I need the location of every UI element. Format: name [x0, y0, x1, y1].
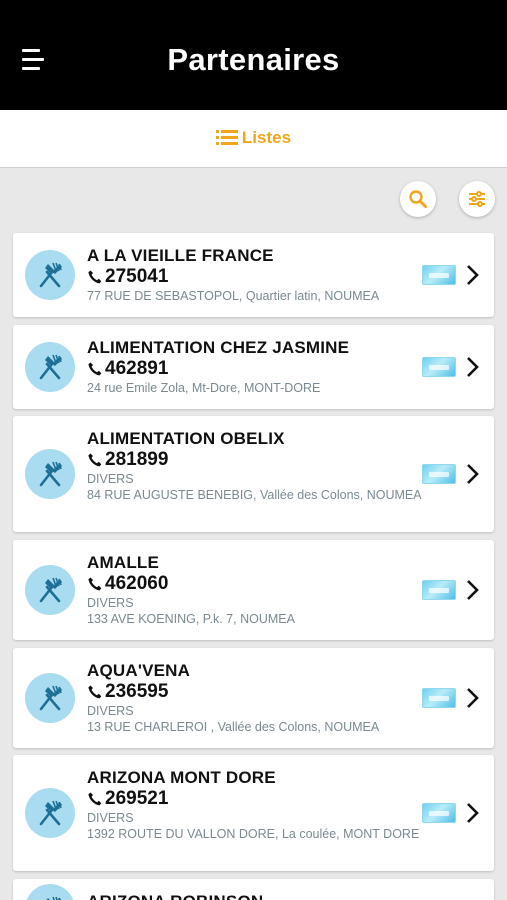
- partner-category: DIVERS: [87, 472, 134, 486]
- partner-name: ALIMENTATION OBELIX: [87, 429, 285, 448]
- phone-number: 236595: [105, 681, 169, 702]
- partner-card[interactable]: ARIZONA MONT DORE 269521 DIVERS 1392 ROUTE …: [13, 755, 494, 871]
- list-icon: [215, 130, 238, 146]
- loyalty-card-icon: [422, 265, 456, 285]
- partner-phone: 275041: [87, 266, 424, 288]
- partner-phone: 462891: [87, 358, 424, 380]
- category-icon: [25, 788, 75, 838]
- utensils-icon: [39, 461, 62, 487]
- partner-category: DIVERS: [87, 704, 134, 718]
- loyalty-card-icon: [422, 688, 456, 708]
- utensils-icon: [39, 800, 62, 826]
- phone-icon: [88, 270, 102, 284]
- partner-card[interactable]: ALIMENTATION CHEZ JASMINE 462891 24 rue Em…: [13, 325, 494, 409]
- loyalty-card-icon: [422, 464, 456, 484]
- chevron-right-icon[interactable]: [464, 264, 480, 286]
- utensils-icon: [39, 685, 62, 711]
- filter-sliders-icon: [469, 191, 485, 207]
- chevron-right-icon[interactable]: [464, 356, 480, 378]
- partner-category: DIVERS: [87, 596, 134, 610]
- category-icon: [25, 673, 75, 723]
- category-icon: [25, 449, 75, 499]
- partner-name: AQUA'VENA: [87, 661, 191, 680]
- partner-card[interactable]: AMALLE 462060 DIVERS 133 AVE KOENING, P.k. …: [13, 540, 494, 640]
- phone-icon: [88, 577, 102, 591]
- partner-address: 24 rue Emile Zola, Mt-Dore, MONT-DORE: [87, 381, 321, 395]
- partner-info: AMALLE 462060 DIVERS 133 AVE KOENING, P.k. …: [87, 552, 424, 627]
- utensils-icon: [46, 896, 62, 900]
- category-icon: [25, 342, 75, 392]
- partner-card[interactable]: AQUA'VENA 236595 DIVERS 13 RUE CHARLEROI , …: [13, 648, 494, 748]
- loyalty-card-icon: [422, 803, 456, 823]
- phone-number: 462891: [105, 358, 169, 379]
- partner-address: 84 RUE AUGUSTE BENEBIG, Vallée des Colon…: [87, 488, 422, 502]
- phone-number: 269521: [105, 788, 169, 809]
- partner-name: ARIZONA ROBINSON: [87, 891, 424, 900]
- chevron-right-icon[interactable]: [464, 802, 480, 824]
- phone-number: 462060: [105, 573, 169, 594]
- partner-phone: 281899: [87, 449, 424, 471]
- partner-info: AQUA'VENA 236595 DIVERS 13 RUE CHARLEROI , …: [87, 660, 424, 735]
- partner-card[interactable]: ARIZONA ROBINSON: [13, 879, 494, 900]
- category-icon: [25, 250, 75, 300]
- chevron-right-icon[interactable]: [464, 579, 480, 601]
- tab-bar: Listes: [0, 110, 507, 168]
- tab-listes[interactable]: Listes: [0, 128, 507, 148]
- search-icon: [409, 190, 427, 208]
- partner-address: 13 RUE CHARLEROI , Vallée des Colons, NO…: [87, 720, 380, 734]
- partner-address: 1392 ROUTE DU VALLON DORE, La coulée, MO…: [87, 827, 420, 841]
- phone-number: 275041: [105, 266, 169, 287]
- partner-info: ALIMENTATION CHEZ JASMINE 462891 24 rue Em…: [87, 337, 424, 396]
- search-button[interactable]: [400, 181, 436, 217]
- partner-info: A LA VIEILLE FRANCE 275041 77 RUE DE SEBAS…: [87, 245, 424, 304]
- partner-name: ARIZONA MONT DORE: [87, 768, 276, 787]
- filter-button[interactable]: [459, 181, 495, 217]
- partner-name: A LA VIEILLE FRANCE: [87, 246, 274, 265]
- phone-number: 281899: [105, 449, 169, 470]
- partner-phone: 269521: [87, 788, 424, 810]
- partner-phone: 236595: [87, 681, 424, 703]
- page-title: Partenaires: [167, 42, 340, 77]
- utensils-icon: [39, 262, 62, 288]
- category-icon: [25, 884, 75, 900]
- app-header: Partenaires: [0, 0, 507, 110]
- partner-address: 77 RUE DE SEBASTOPOL, Quartier latin, NO…: [87, 289, 380, 303]
- partner-name: ALIMENTATION CHEZ JASMINE: [87, 338, 350, 357]
- loyalty-card-icon: [422, 580, 456, 600]
- partner-info: ARIZONA MONT DORE 269521 DIVERS 1392 ROUTE …: [87, 767, 424, 842]
- utensils-icon: [39, 577, 62, 603]
- chevron-right-icon[interactable]: [464, 463, 480, 485]
- category-icon: [25, 565, 75, 615]
- partner-address: 133 AVE KOENING, P.k. 7, NOUMEA: [87, 612, 295, 626]
- partner-name: AMALLE: [87, 553, 160, 572]
- partner-category: DIVERS: [87, 811, 134, 825]
- partner-phone: 462060: [87, 573, 424, 595]
- phone-icon: [88, 685, 102, 699]
- partner-info: ARIZONA ROBINSON: [87, 891, 424, 900]
- partner-card[interactable]: ALIMENTATION OBELIX 281899 DIVERS 84 RUE AU…: [13, 416, 494, 532]
- partner-card[interactable]: A LA VIEILLE FRANCE 275041 77 RUE DE SEBAS…: [13, 233, 494, 317]
- phone-icon: [88, 362, 102, 376]
- phone-icon: [88, 453, 102, 467]
- phone-icon: [88, 792, 102, 806]
- loyalty-card-icon: [422, 357, 456, 377]
- chevron-right-icon[interactable]: [464, 687, 480, 709]
- utensils-icon: [39, 354, 62, 380]
- tab-label: Listes: [241, 128, 292, 147]
- partner-info: ALIMENTATION OBELIX 281899 DIVERS 84 RUE AU…: [87, 428, 424, 503]
